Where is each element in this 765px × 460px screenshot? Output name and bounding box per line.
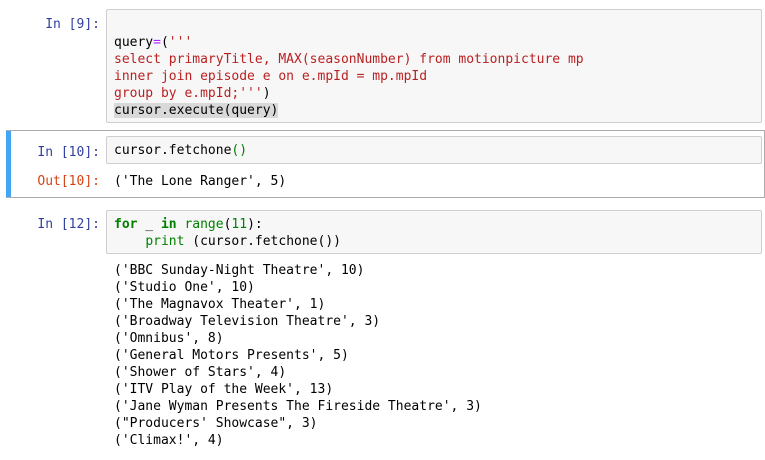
code-query-var: query	[114, 35, 154, 50]
code-line: query=('''	[114, 35, 193, 50]
input-prompt: In [9]:	[45, 17, 100, 32]
input-prompt: In [12]:	[37, 217, 100, 232]
output-line: ('General Motors Presents', 5)	[114, 348, 349, 363]
output-line: ('Studio One', 10)	[114, 280, 255, 295]
code-input[interactable]: query=(''' select primaryTitle, MAX(seas…	[106, 9, 762, 123]
output-line: ('Climax!', 4)	[114, 433, 224, 448]
code-line: select primaryTitle, MAX(seasonNumber) f…	[114, 52, 584, 67]
code-input[interactable]: cursor.fetchone()	[106, 136, 762, 164]
cell-output: ('The Lone Ranger', 5)	[114, 174, 287, 189]
code-line: inner join episode e on e.mpId = mp.mpId	[114, 69, 428, 84]
output-prompt: Out[10]:	[37, 174, 100, 189]
input-prompt: In [10]:	[37, 145, 100, 160]
output-line: ('The Magnavox Theater', 1)	[114, 297, 326, 312]
output-line: ('BBC Sunday-Night Theatre', 10)	[114, 263, 365, 278]
code-line: for _ in range(11):	[114, 217, 263, 232]
output-line: ('Shower of Stars', 4)	[114, 365, 287, 380]
output-line: ('Broadway Television Theatre', 3)	[114, 314, 381, 329]
output-line: ("Producers' Showcase", 3)	[114, 416, 318, 431]
code-input[interactable]: for _ in range(11): print (cursor.fetcho…	[106, 210, 762, 254]
code-line: print (cursor.fetchone())	[145, 234, 341, 249]
code-line: cursor.execute(query)	[114, 103, 279, 118]
output-line: ('ITV Play of the Week', 13)	[114, 382, 334, 397]
code-line: group by e.mpId;''')	[114, 86, 271, 101]
notebook-cell-9[interactable]: In [9]: query=(''' select primaryTitle, …	[0, 0, 765, 128]
notebook-cell-12[interactable]: In [12]: for _ in range(11): print (curs…	[0, 202, 765, 460]
code-line: cursor.fetchone()	[114, 143, 248, 158]
output-line: ('Omnibus', 8)	[114, 331, 224, 346]
output-line: ('Jane Wyman Presents The Fireside Theat…	[114, 399, 482, 414]
notebook-cell-10[interactable]: In [10]: cursor.fetchone() Out[10]: ('Th…	[0, 128, 765, 202]
